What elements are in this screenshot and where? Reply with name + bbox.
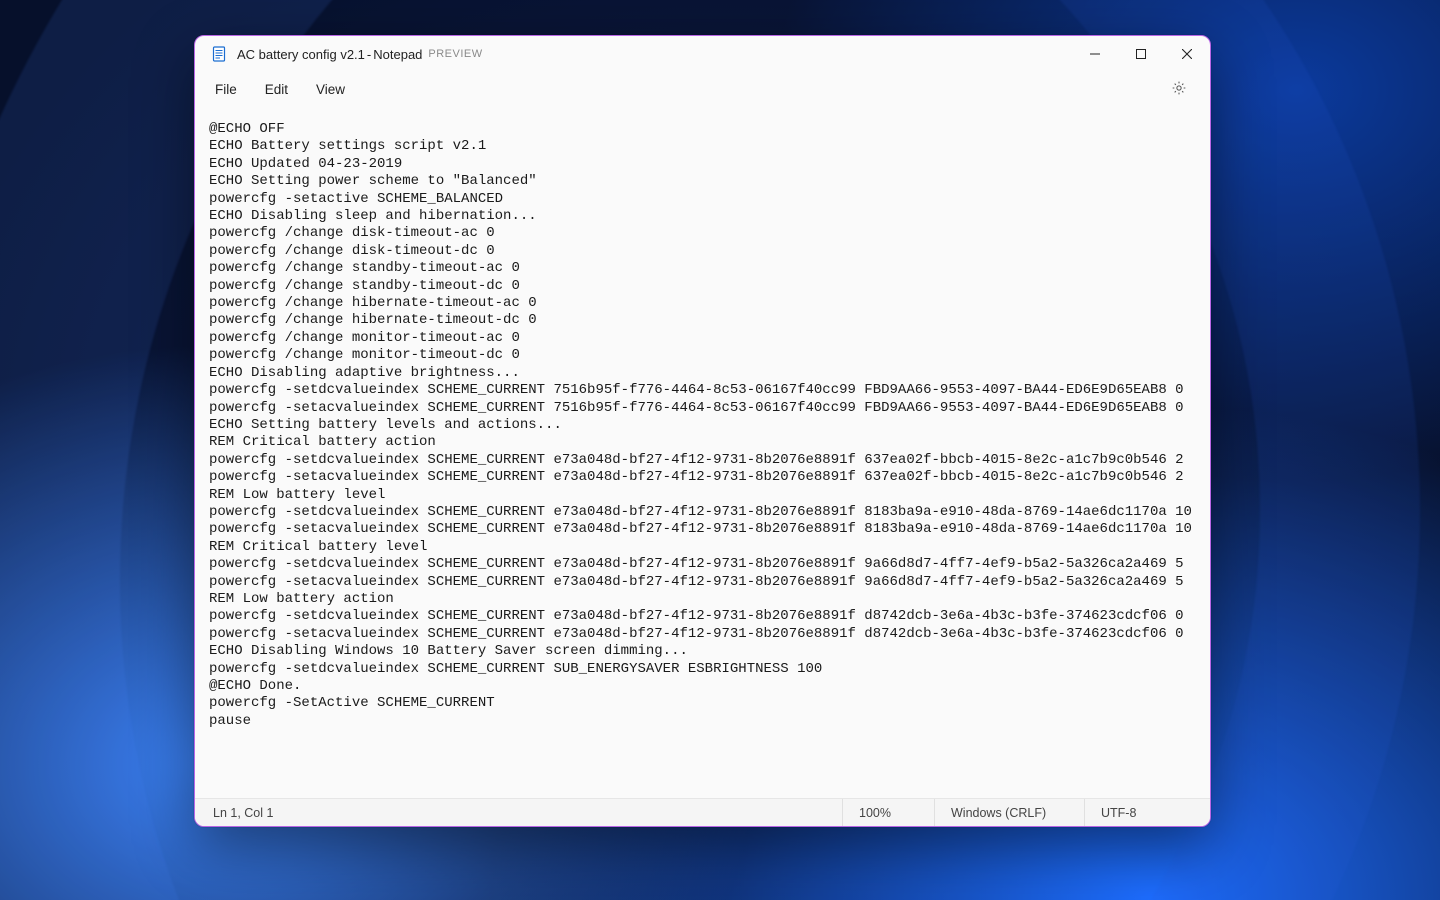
gear-icon	[1171, 80, 1187, 99]
desktop-wallpaper: AC battery config v2.1 - Notepad PREVIEW	[0, 0, 1440, 900]
document-title: AC battery config v2.1	[237, 47, 365, 62]
status-line-ending[interactable]: Windows (CRLF)	[934, 799, 1084, 826]
menu-edit[interactable]: Edit	[251, 76, 302, 103]
maximize-icon	[1136, 47, 1146, 62]
titlebar[interactable]: AC battery config v2.1 - Notepad PREVIEW	[195, 36, 1210, 72]
maximize-button[interactable]	[1118, 36, 1164, 72]
text-editor[interactable]: @ECHO OFF ECHO Battery settings script v…	[195, 107, 1210, 798]
window-controls	[1072, 36, 1210, 72]
menu-file[interactable]: File	[201, 76, 251, 103]
status-encoding[interactable]: UTF-8	[1084, 799, 1210, 826]
close-icon	[1182, 47, 1192, 62]
title-separator: -	[367, 47, 371, 62]
close-button[interactable]	[1164, 36, 1210, 72]
menubar: File Edit View	[195, 72, 1210, 107]
status-cursor-position: Ln 1, Col 1	[195, 799, 289, 826]
notepad-window: AC battery config v2.1 - Notepad PREVIEW	[194, 35, 1211, 827]
minimize-icon	[1090, 47, 1100, 62]
editor-content[interactable]: @ECHO OFF ECHO Battery settings script v…	[209, 121, 1196, 730]
statusbar: Ln 1, Col 1 100% Windows (CRLF) UTF-8	[195, 798, 1210, 826]
preview-badge: PREVIEW	[428, 48, 482, 60]
minimize-button[interactable]	[1072, 36, 1118, 72]
notepad-app-icon	[211, 46, 227, 62]
menu-view[interactable]: View	[302, 76, 359, 103]
app-name: Notepad	[373, 47, 422, 62]
status-zoom[interactable]: 100%	[842, 799, 934, 826]
settings-button[interactable]	[1162, 75, 1196, 105]
